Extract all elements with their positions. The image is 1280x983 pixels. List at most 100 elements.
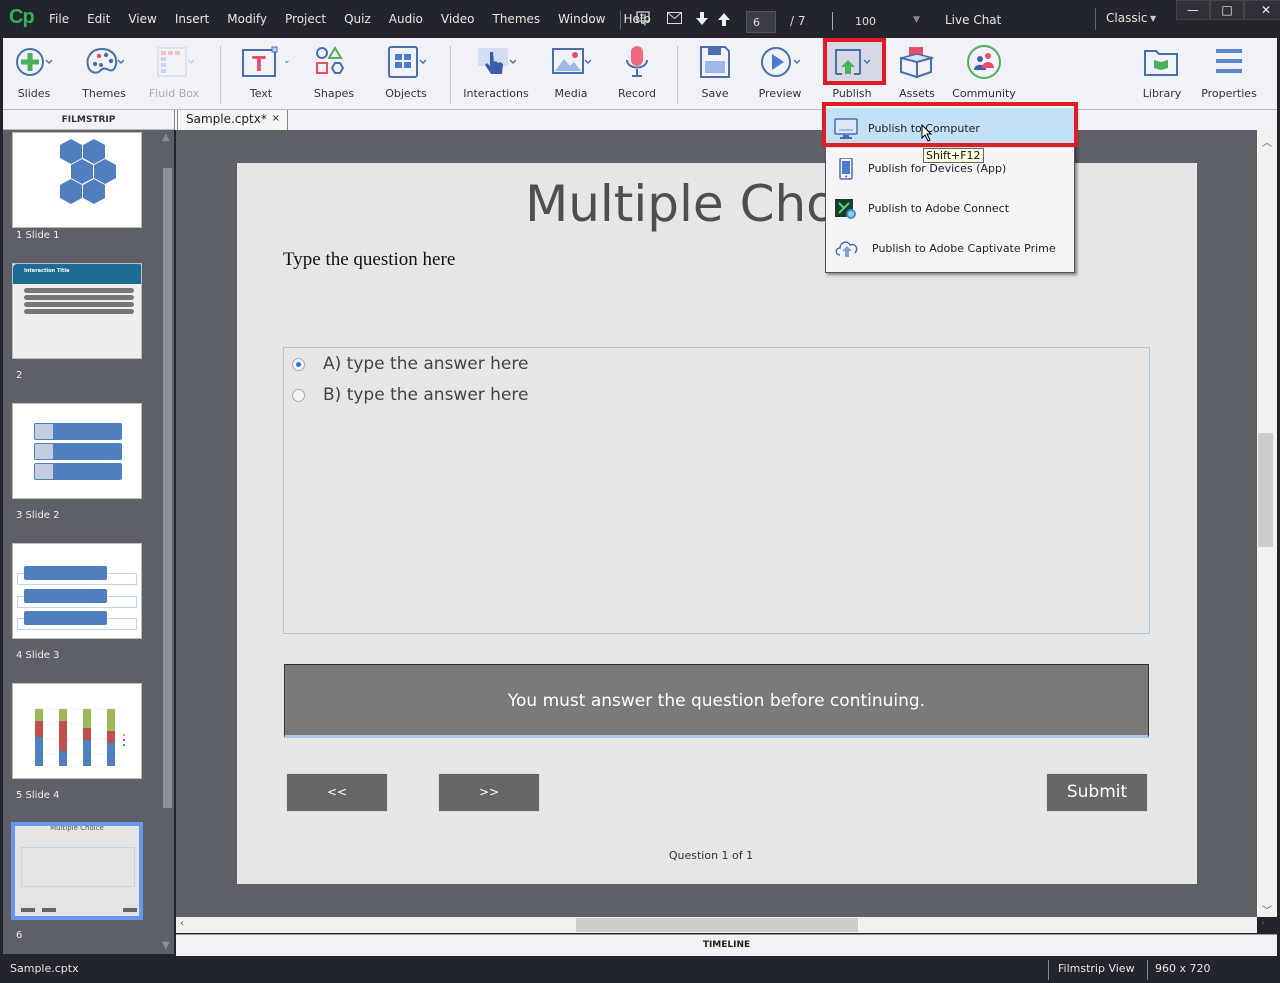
thumb-button-bar <box>24 302 134 307</box>
menu-themes[interactable]: Themes <box>484 12 550 26</box>
slide-label-1: 1 Slide 1 <box>16 230 60 241</box>
shapes-button[interactable]: Shapes <box>303 38 365 110</box>
menu-video[interactable]: Video <box>432 12 484 26</box>
scroll-up-icon[interactable]: ︿ <box>1262 134 1272 149</box>
radio-selected-icon[interactable] <box>292 357 305 371</box>
thumb-button-bar <box>24 309 134 314</box>
answer-label: A) type the answer here <box>323 354 529 374</box>
media-button[interactable]: Media <box>540 38 602 110</box>
slide-thumbnail-5[interactable] <box>12 683 142 779</box>
add-slide-icon <box>14 44 54 80</box>
window-controls: — □ ✕ <box>1176 0 1280 20</box>
question-text[interactable]: Type the question here <box>283 249 455 271</box>
community-button[interactable]: Community <box>951 38 1017 110</box>
stage-vertical-scrollbar[interactable]: ︿ ﹀ <box>1257 130 1277 917</box>
slide-thumbnail-4[interactable] <box>12 543 142 639</box>
slide-thumbnail-6[interactable]: Multiple Choice <box>11 822 143 920</box>
thumb-answer-area <box>21 847 135 887</box>
answer-option-a[interactable]: A) type the answer here <box>292 354 528 374</box>
maximize-button[interactable]: □ <box>1210 0 1244 20</box>
slide-thumbnail-1[interactable] <box>12 132 142 228</box>
adobe-connect-icon <box>834 198 858 220</box>
stage-horizontal-scrollbar[interactable]: ‹ › <box>176 917 1265 933</box>
slide-label-6: 6 <box>16 930 23 941</box>
thumb-button-bar <box>24 288 134 293</box>
library-button[interactable]: Library <box>1131 38 1193 110</box>
menu-audio[interactable]: Audio <box>380 12 432 26</box>
publish-to-adobe-connect-item[interactable]: Publish to Adobe Connect <box>826 188 1074 228</box>
community-icon <box>964 44 1004 80</box>
text-dropdown-icon[interactable]: ⌄ <box>283 56 291 66</box>
thumb-bar <box>34 423 122 440</box>
slide-thumbnail-3[interactable] <box>12 403 142 499</box>
menu-quiz[interactable]: Quiz <box>335 12 380 26</box>
slides-button[interactable]: Slides <box>3 38 65 110</box>
next-button[interactable]: >> <box>438 773 540 812</box>
scroll-left-icon[interactable]: ‹ <box>180 918 184 929</box>
workspace-dropdown-icon[interactable]: ▼ <box>1150 14 1156 23</box>
timeline-panel-header[interactable]: TIMELINE <box>176 934 1277 956</box>
scroll-up-icon[interactable]: ▲ <box>162 132 170 143</box>
status-divider <box>1147 960 1148 980</box>
vertical-scroll-thumb[interactable] <box>1258 433 1273 547</box>
thumb-nav-button <box>21 908 35 912</box>
menu-file[interactable]: File <box>40 12 78 26</box>
publish-to-captivate-prime-item[interactable]: Publish to Adobe Captivate Prime <box>826 228 1074 268</box>
zoom-select[interactable]: 100 <box>855 15 876 28</box>
scroll-down-icon[interactable]: ﹀ <box>1262 902 1272 917</box>
menu-modify[interactable]: Modify <box>218 12 276 26</box>
interactions-button[interactable]: Interactions <box>461 38 531 110</box>
arrow-up-icon[interactable] <box>718 12 730 30</box>
menu-edit[interactable]: Edit <box>78 12 119 26</box>
arrow-down-icon[interactable] <box>696 12 708 30</box>
zoom-dropdown-icon[interactable]: ▼ <box>913 15 920 25</box>
back-button[interactable]: << <box>286 773 388 812</box>
submit-button[interactable]: Submit <box>1046 773 1148 812</box>
save-button[interactable]: Save <box>684 38 746 110</box>
themes-button[interactable]: Themes <box>73 38 135 110</box>
objects-button[interactable]: Objects <box>375 38 437 110</box>
mail-icon[interactable] <box>667 12 682 28</box>
record-button[interactable]: Record <box>606 38 668 110</box>
workspace-select[interactable]: Classic <box>1106 11 1148 25</box>
scroll-right-icon[interactable]: › <box>1261 918 1265 929</box>
filmstrip-panel: 1 Slide 1 Interaction Title 2 3 Slide 2 <box>3 130 174 954</box>
stacked-bar-chart-thumbnail <box>33 708 125 767</box>
preview-button[interactable]: Preview <box>749 38 811 110</box>
filmstrip-scroll-thumb[interactable] <box>163 168 172 808</box>
fluid-box-button[interactable]: Fluid Box <box>143 38 205 110</box>
document-tab-label: Sample.cptx* <box>186 112 267 126</box>
status-file-name: Sample.cptx <box>10 962 79 975</box>
assets-button[interactable]: Assets <box>886 38 948 110</box>
publish-button[interactable]: Publish <box>821 38 883 110</box>
mobile-device-icon <box>834 157 858 180</box>
current-slide-input[interactable]: 6 <box>746 11 776 33</box>
menu-project[interactable]: Project <box>276 12 335 26</box>
status-bar: Sample.cptx Filmstrip View 960 x 720 <box>0 956 1280 983</box>
document-tab-bar: Sample.cptx* × <box>174 110 1277 130</box>
properties-button[interactable]: Properties <box>1197 38 1261 110</box>
shortcut-tooltip: Shift+F12 <box>923 148 984 163</box>
menu-insert[interactable]: Insert <box>166 12 218 26</box>
slide-thumbnail-2[interactable]: Interaction Title <box>12 263 142 359</box>
radio-unselected-icon[interactable] <box>292 388 305 402</box>
library-folder-icon <box>1142 44 1182 80</box>
text-button[interactable]: T ⌄ Text <box>230 38 292 110</box>
answer-area: A) type the answer here B) type the answ… <box>283 347 1150 634</box>
menu-view[interactable]: View <box>119 12 165 26</box>
horizontal-scroll-thumb[interactable] <box>576 918 858 932</box>
divider <box>1095 8 1096 30</box>
document-tab[interactable]: Sample.cptx* × <box>177 110 288 130</box>
main-toolbar: Slides Themes Fluid Box T ⌄ Text Shapes … <box>3 38 1277 110</box>
comments-icon[interactable] <box>636 11 650 29</box>
minimize-button[interactable]: — <box>1176 0 1210 20</box>
close-button[interactable]: ✕ <box>1244 0 1280 20</box>
live-chat-link[interactable]: Live Chat <box>945 13 1001 27</box>
close-tab-icon[interactable]: × <box>272 113 280 124</box>
text-icon: T <box>241 44 281 80</box>
answer-option-b[interactable]: B) type the answer here <box>292 385 529 405</box>
incomplete-message-caption[interactable]: You must answer the question before cont… <box>284 664 1149 738</box>
scroll-down-icon[interactable]: ▼ <box>162 940 170 951</box>
fluid-box-icon <box>154 44 195 80</box>
menu-window[interactable]: Window <box>549 12 614 26</box>
